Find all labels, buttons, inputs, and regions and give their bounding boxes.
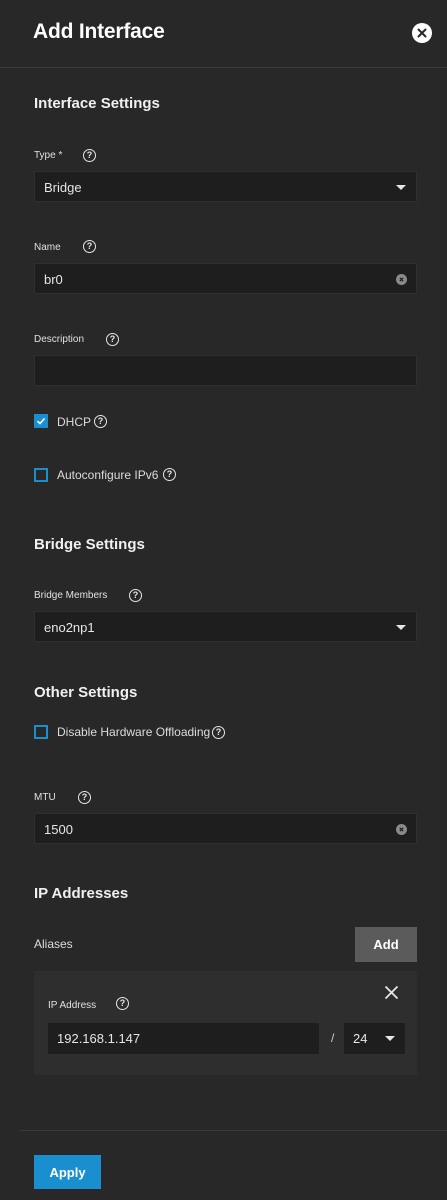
check-icon <box>36 417 46 425</box>
mtu-input-value: 1500 <box>44 822 73 837</box>
aliases-label: Aliases <box>34 937 73 951</box>
help-icon[interactable]: ? <box>106 333 119 346</box>
ip-address-value: 192.168.1.147 <box>57 1031 141 1046</box>
description-input[interactable] <box>34 355 417 386</box>
mtu-input[interactable]: 1500 <box>34 813 417 844</box>
ip-address-label: IP Address <box>48 1000 97 1011</box>
help-icon[interactable]: ? <box>78 791 91 804</box>
autoconfigure-ipv6-label: Autoconfigure IPv6 <box>57 468 159 482</box>
apply-button[interactable]: Apply <box>34 1155 101 1189</box>
name-label: Name <box>34 242 61 253</box>
help-icon[interactable]: ? <box>116 997 129 1010</box>
close-icon <box>384 985 399 1000</box>
footer-divider <box>20 1130 447 1131</box>
clear-icon[interactable] <box>396 824 407 835</box>
name-input[interactable]: br0 <box>34 263 417 294</box>
remove-alias-button[interactable] <box>384 985 399 1005</box>
clear-icon[interactable] <box>396 274 407 285</box>
netmask-value: 24 <box>353 1031 368 1046</box>
netmask-select[interactable]: 24 <box>343 1022 406 1055</box>
section-title-bridge-settings: Bridge Settings <box>34 536 145 553</box>
disable-hw-offloading-label: Disable Hardware Offloading <box>57 725 211 739</box>
dialog-title: Add Interface <box>33 20 165 43</box>
dhcp-label: DHCP <box>57 415 92 429</box>
close-button[interactable] <box>412 23 432 43</box>
section-title-other-settings: Other Settings <box>34 684 138 701</box>
autoconfigure-ipv6-checkbox[interactable] <box>34 468 48 482</box>
close-icon <box>417 28 427 38</box>
description-label: Description <box>34 334 85 345</box>
chevron-down-icon <box>396 625 406 630</box>
chevron-down-icon <box>385 1036 395 1041</box>
bridge-members-value: eno2np1 <box>44 620 95 635</box>
help-icon[interactable]: ? <box>129 589 142 602</box>
help-icon[interactable]: ? <box>94 415 107 428</box>
help-icon[interactable]: ? <box>83 149 96 162</box>
netmask-separator: / <box>331 1031 335 1045</box>
dhcp-checkbox[interactable] <box>34 414 48 428</box>
disable-hw-offloading-checkbox[interactable] <box>34 725 48 739</box>
bridge-members-label: Bridge Members <box>34 590 108 601</box>
ip-address-input[interactable]: 192.168.1.147 <box>47 1022 320 1055</box>
type-select[interactable]: Bridge <box>34 171 417 202</box>
chevron-down-icon <box>396 185 406 190</box>
help-icon[interactable]: ? <box>163 468 176 481</box>
name-input-value: br0 <box>44 272 63 287</box>
add-alias-button[interactable]: Add <box>355 927 417 962</box>
help-icon[interactable]: ? <box>83 240 96 253</box>
type-select-value: Bridge <box>44 180 82 195</box>
alias-card: IP Address ? 192.168.1.147 / 24 <box>34 971 417 1075</box>
mtu-label: MTU <box>34 792 56 803</box>
bridge-members-select[interactable]: eno2np1 <box>34 611 417 642</box>
section-title-interface-settings: Interface Settings <box>34 95 160 112</box>
type-label: Type * <box>34 150 63 161</box>
help-icon[interactable]: ? <box>212 726 225 739</box>
section-title-ip-addresses: IP Addresses <box>34 885 129 902</box>
